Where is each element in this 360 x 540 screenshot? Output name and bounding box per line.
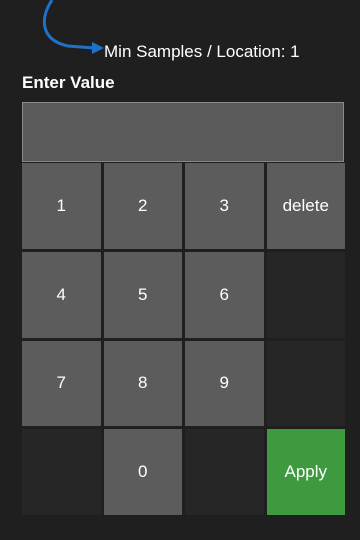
blank-key: [266, 340, 345, 427]
key-6[interactable]: 6: [185, 251, 264, 338]
key-7[interactable]: 7: [22, 340, 101, 427]
key-1[interactable]: 1: [22, 163, 101, 249]
key-4[interactable]: 4: [22, 251, 101, 338]
numeric-keypad: 1 2 3 delete 4 5 6 7 8 9 0 Apply: [22, 163, 345, 515]
min-samples-label: Min Samples / Location: 1: [104, 42, 300, 61]
key-5[interactable]: 5: [103, 251, 182, 338]
blank-key: [266, 251, 345, 338]
enter-value-title: Enter Value: [22, 73, 115, 92]
callout-arrow-icon: [43, 0, 104, 54]
keypad-page: Min Samples / Location: 1 Enter Value 1 …: [0, 0, 360, 540]
key-0[interactable]: 0: [103, 429, 182, 515]
blank-key: [185, 429, 264, 515]
delete-button[interactable]: delete: [266, 163, 345, 249]
key-8[interactable]: 8: [103, 340, 182, 427]
key-9[interactable]: 9: [185, 340, 264, 427]
blank-key: [22, 429, 101, 515]
key-3[interactable]: 3: [185, 163, 264, 249]
apply-button[interactable]: Apply: [266, 429, 345, 515]
key-2[interactable]: 2: [103, 163, 182, 249]
value-display-field[interactable]: [22, 102, 344, 162]
